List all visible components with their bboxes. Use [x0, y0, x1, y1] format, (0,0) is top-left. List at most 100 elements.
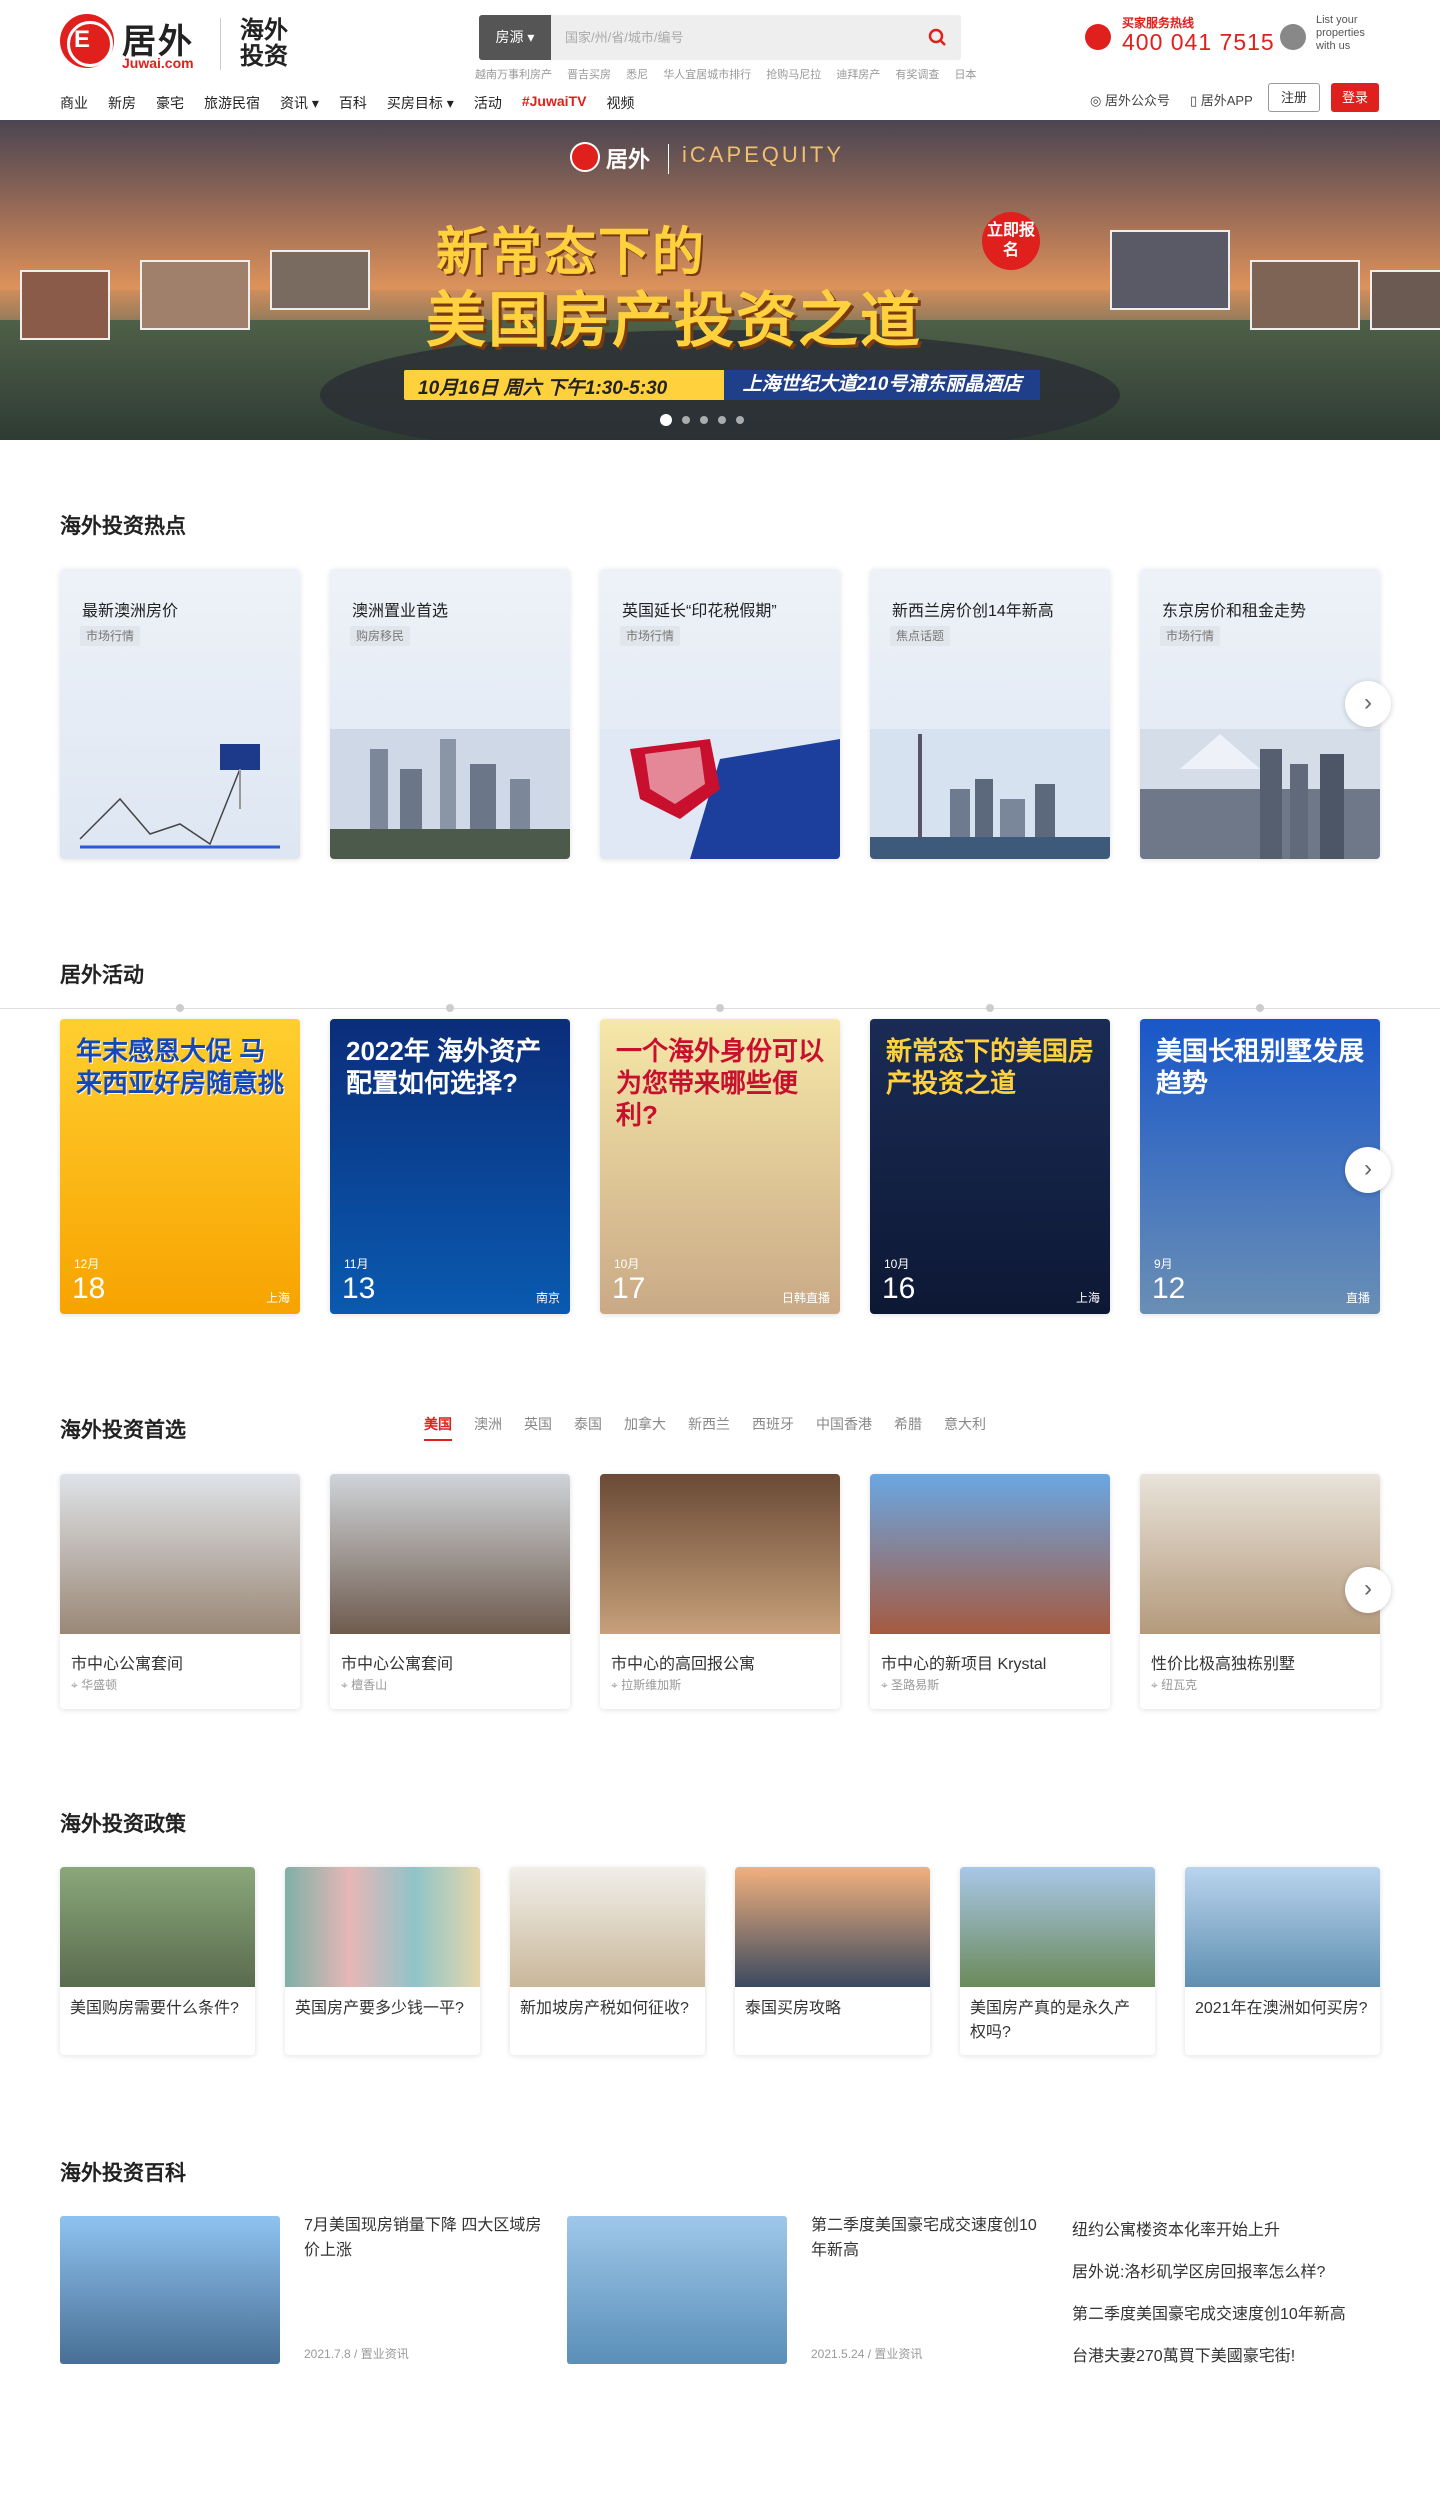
hot-link[interactable]: 抢购马尼拉: [766, 69, 821, 81]
property-card[interactable]: 市中心公寓套间 ⌖ 华盛顿: [60, 1474, 300, 1709]
activity-month: 12月: [74, 1257, 100, 1271]
wiki-link[interactable]: 第二季度美国豪宅成交速度创10年新高: [1072, 2300, 1346, 2324]
section-title-hot: 海外投资热点: [60, 515, 186, 538]
hot-link[interactable]: 日本: [954, 69, 976, 81]
tab-italy[interactable]: 意大利: [944, 1414, 986, 1441]
activity-card[interactable]: 2022年 海外资产配置如何选择? 11月 13 南京: [330, 1019, 570, 1314]
carousel-dot[interactable]: [700, 416, 708, 424]
nav-item-commercial[interactable]: 商业: [60, 93, 88, 113]
app-label: 居外APP: [1200, 93, 1253, 108]
hot-card[interactable]: 东京房价和租金走势 市场行情: [1140, 569, 1380, 859]
carousel-next-button[interactable]: ›: [1345, 681, 1391, 727]
register-button[interactable]: 注册: [1268, 83, 1320, 112]
hot-link[interactable]: 越南万事利房产: [475, 69, 552, 81]
policy-card[interactable]: 美国房产真的是永久产权吗?: [960, 1867, 1155, 2055]
nav-item-juwaitv[interactable]: #JuwaiTV: [522, 93, 587, 113]
property-card[interactable]: 市中心公寓套间 ⌖ 檀香山: [330, 1474, 570, 1709]
section-title-picks: 海外投资首选: [60, 1419, 186, 1442]
tab-spain[interactable]: 西班牙: [752, 1414, 794, 1441]
property-card[interactable]: 市中心的新项目 Krystal ⌖ 圣路易斯: [870, 1474, 1110, 1709]
wechat-link[interactable]: ◎ 居外公众号: [1090, 90, 1170, 109]
activity-card[interactable]: 年末感恩大促 马来西亚好房随意挑 12月 18 上海: [60, 1019, 300, 1314]
carousel-next-button[interactable]: ›: [1345, 1567, 1391, 1613]
policy-title: 英国房产要多少钱一平?: [295, 2000, 464, 2017]
activity-card-text: 新常态下的美国房产投资之道: [886, 1036, 1095, 1098]
login-button[interactable]: 登录: [1331, 83, 1379, 112]
activity-card[interactable]: 美国长租别墅发展趋势 9月 12 直播: [1140, 1019, 1380, 1314]
tab-uk[interactable]: 英国: [524, 1414, 552, 1441]
hot-card[interactable]: 最新澳洲房价 市场行情: [60, 569, 300, 859]
property-location: ⌖ 纽瓦克: [1151, 1678, 1198, 1692]
nav-item-news[interactable]: 资讯 ▾: [280, 93, 319, 113]
activity-location: 上海: [265, 1291, 290, 1305]
activity-card-text: 美国长租别墅发展趋势: [1156, 1036, 1365, 1098]
hot-link[interactable]: 有奖调查: [895, 69, 939, 81]
hot-link[interactable]: 迪拜房产: [836, 69, 880, 81]
list-property-link[interactable]: List your properties with us: [1316, 14, 1386, 53]
wiki-link[interactable]: 纽约公寓楼资本化率开始上升: [1072, 2216, 1280, 2240]
app-link[interactable]: ▯ 居外APP: [1190, 90, 1253, 109]
nav-item-video[interactable]: 视频: [606, 93, 634, 113]
activity-day: 17: [612, 1272, 646, 1305]
activity-card[interactable]: 新常态下的美国房产投资之道 10月 16 上海: [870, 1019, 1110, 1314]
carousel-dot[interactable]: [736, 416, 744, 424]
hero-banner[interactable]: 居外 iCAPEQUITY 新常态下的 美国房产投资之道 立即报名 10月16日…: [0, 120, 1440, 440]
hotline-number[interactable]: 400 041 7515: [1122, 29, 1275, 56]
hot-link[interactable]: 悉尼: [626, 69, 648, 81]
policy-card[interactable]: 新加坡房产税如何征收?: [510, 1867, 705, 2055]
hero-register-badge[interactable]: 立即报名: [982, 212, 1040, 270]
activity-day: 13: [342, 1272, 376, 1305]
tab-thailand[interactable]: 泰国: [574, 1414, 602, 1441]
wiki-link[interactable]: 居外说:洛杉矶学区房回报率怎么样?: [1072, 2258, 1325, 2282]
property-card[interactable]: 性价比极高独栋别墅 ⌖ 纽瓦克: [1140, 1474, 1380, 1709]
search-input[interactable]: [565, 15, 905, 60]
timeline-dot: [1256, 1004, 1264, 1012]
hot-link[interactable]: 晋吉买房: [567, 69, 611, 81]
wiki-article-image[interactable]: [60, 2216, 280, 2364]
activity-month: 10月: [884, 1257, 910, 1271]
nav-item-events[interactable]: 活动: [474, 93, 502, 113]
location-text: 华盛顿: [81, 1678, 118, 1692]
policy-card[interactable]: 美国购房需要什么条件?: [60, 1867, 255, 2055]
wiki-link[interactable]: 台港夫妻270萬買下美國豪宅街!: [1072, 2342, 1295, 2366]
section-title-policy: 海外投资政策: [60, 1813, 186, 1836]
policy-card[interactable]: 英国房产要多少钱一平?: [285, 1867, 480, 2055]
property-image: [870, 1474, 1110, 1634]
timeline-dot: [716, 1004, 724, 1012]
activity-month: 9月: [1154, 1257, 1173, 1271]
carousel-dot[interactable]: [718, 416, 726, 424]
nav-item-tourism[interactable]: 旅游民宿: [204, 93, 260, 113]
wiki-article-title[interactable]: 第二季度美国豪宅成交速度创10年新高: [811, 2213, 1051, 2263]
hot-card[interactable]: 新西兰房价创14年新高 焦点话题: [870, 569, 1110, 859]
tab-usa[interactable]: 美国: [424, 1414, 452, 1441]
hot-card[interactable]: 英国延长“印花税假期” 市场行情: [600, 569, 840, 859]
activity-card[interactable]: 一个海外身份可以为您带来哪些便利? 10月 17 日韩直播: [600, 1019, 840, 1314]
carousel-dot[interactable]: [660, 414, 672, 426]
activity-month: 10月: [614, 1257, 640, 1271]
policy-card[interactable]: 2021年在澳洲如何买房?: [1185, 1867, 1380, 2055]
nav-item-goals[interactable]: 买房目标 ▾: [387, 93, 454, 113]
tab-new-zealand[interactable]: 新西兰: [688, 1414, 730, 1441]
house-image: [1250, 260, 1360, 330]
wiki-article-image[interactable]: [567, 2216, 787, 2364]
section-title-wiki: 海外投资百科: [60, 2162, 186, 2185]
nav-item-new-homes[interactable]: 新房: [108, 93, 136, 113]
hot-card[interactable]: 澳洲置业首选 购房移民: [330, 569, 570, 859]
tab-canada[interactable]: 加拿大: [624, 1414, 666, 1441]
hot-link[interactable]: 华人宜居城市排行: [663, 69, 751, 81]
nav-item-wiki[interactable]: 百科: [339, 93, 367, 113]
search-type-dropdown[interactable]: 房源 ▾: [479, 15, 551, 60]
policy-card[interactable]: 泰国买房攻略: [735, 1867, 930, 2055]
search-icon[interactable]: [925, 25, 951, 51]
property-image: [330, 1474, 570, 1634]
nav-item-luxury[interactable]: 豪宅: [156, 93, 184, 113]
carousel-dot[interactable]: [682, 416, 690, 424]
wiki-article-title[interactable]: 7月美国现房销量下降 四大区域房价上涨: [304, 2213, 544, 2263]
tab-australia[interactable]: 澳洲: [474, 1414, 502, 1441]
tab-hong-kong[interactable]: 中国香港: [816, 1414, 872, 1441]
property-title: 市中心公寓套间: [341, 1656, 454, 1673]
carousel-next-button[interactable]: ›: [1345, 1147, 1391, 1193]
tab-greece[interactable]: 希腊: [894, 1414, 922, 1441]
logo-divider: [220, 18, 221, 70]
property-card[interactable]: 市中心的高回报公寓 ⌖ 拉斯维加斯: [600, 1474, 840, 1709]
